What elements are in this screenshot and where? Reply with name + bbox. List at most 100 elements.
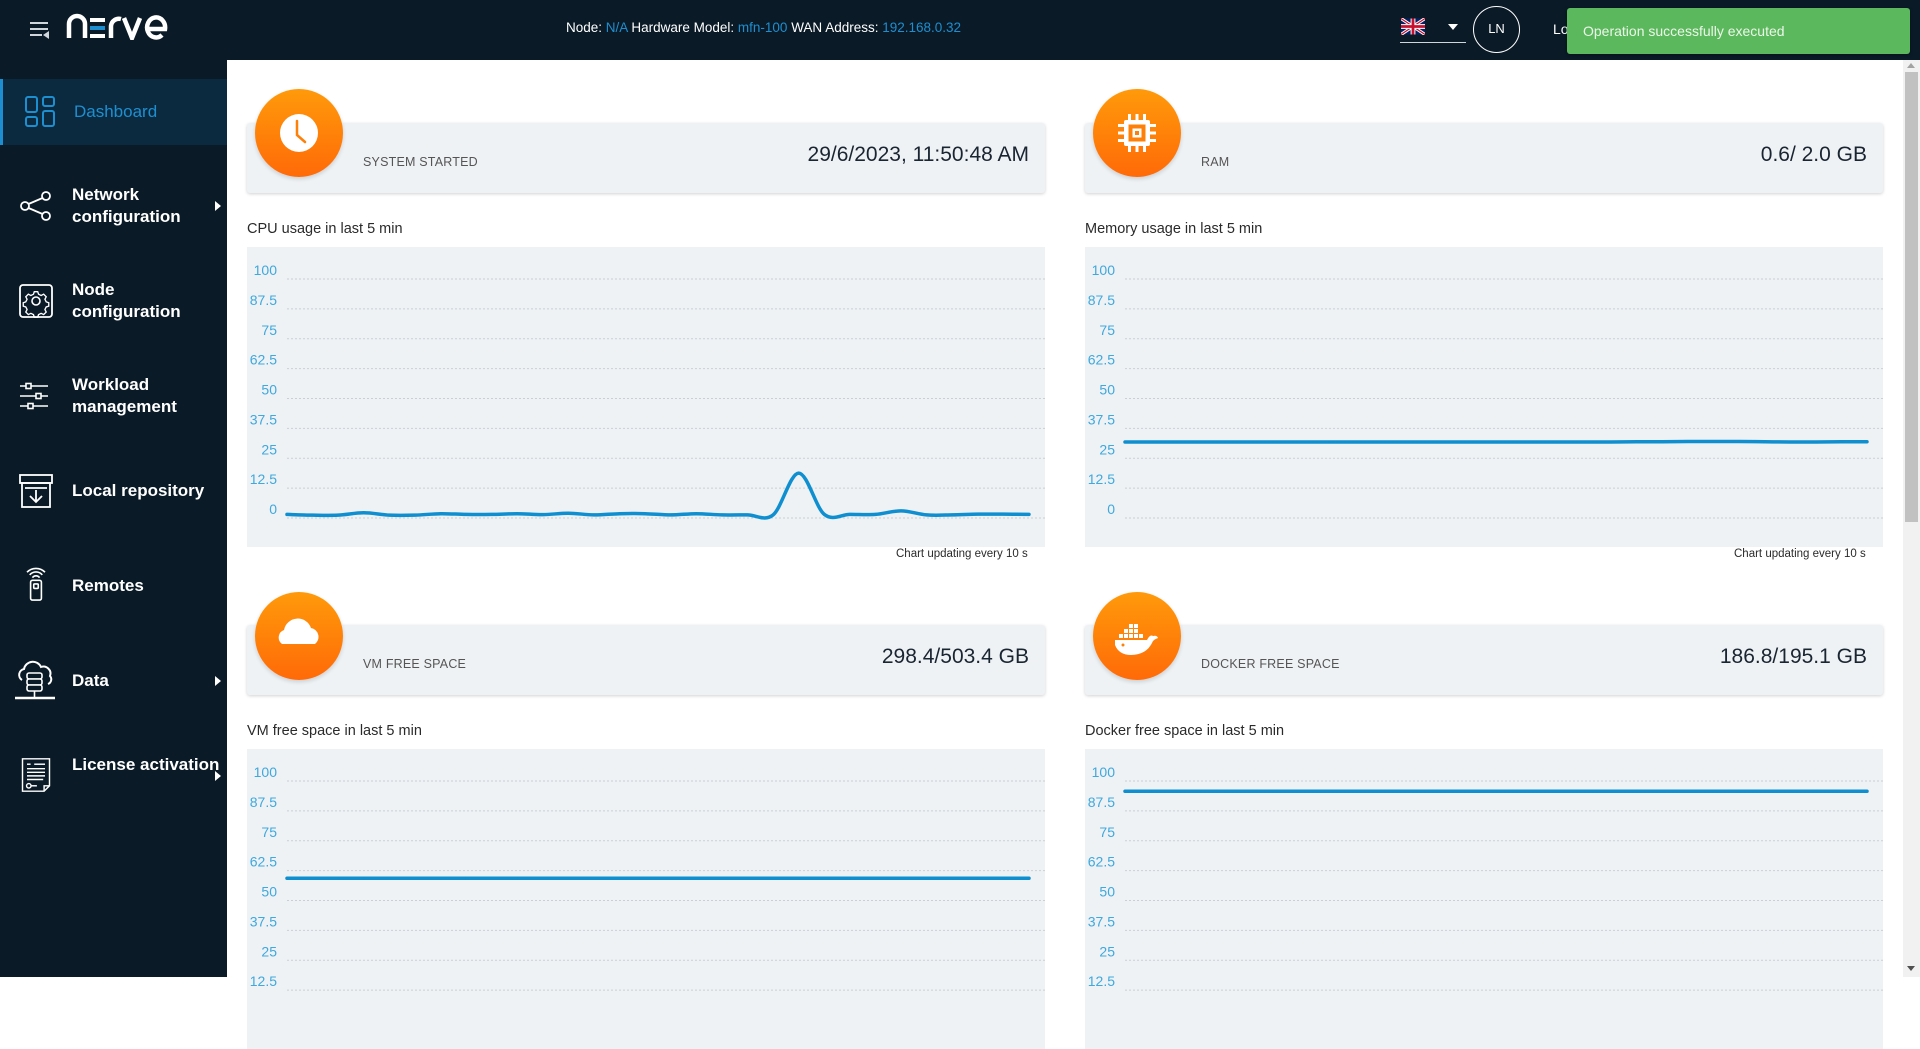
gear-icon xyxy=(19,284,53,318)
sidebar-item-workload-management[interactable]: Workload management xyxy=(0,363,227,429)
y-tick-label: 12.5 xyxy=(1088,973,1115,989)
sidebar-item-label: License activation xyxy=(72,755,220,774)
y-tick-label: 100 xyxy=(254,262,278,278)
data-point xyxy=(1738,440,1741,443)
sliders-icon xyxy=(20,382,48,410)
sidebar-item-dashboard[interactable]: Dashboard xyxy=(0,79,227,145)
data-point xyxy=(362,511,365,514)
data-point xyxy=(669,513,672,516)
card-label: SYSTEM STARTED xyxy=(363,155,478,169)
success-toast[interactable]: Operation successfully executed xyxy=(1567,8,1910,54)
docker-whale-icon xyxy=(1115,624,1158,655)
card-icon-badge xyxy=(255,89,343,177)
data-point xyxy=(1840,790,1843,793)
data-point xyxy=(823,513,826,516)
y-tick-label: 12.5 xyxy=(250,973,277,989)
docker-free-space-chart-svg: 100 87.5 75 62.5 50 37.5 25 12.5 xyxy=(1088,764,1883,991)
data-point xyxy=(1405,790,1408,793)
y-tick-label: 50 xyxy=(261,382,277,398)
hardware-model-value: mfn-100 xyxy=(737,20,788,35)
menu-toggle-button[interactable] xyxy=(30,20,52,40)
y-tick-label: 100 xyxy=(1092,764,1116,780)
data-point xyxy=(1558,440,1561,443)
data-point xyxy=(1610,790,1613,793)
data-point xyxy=(746,877,749,880)
license-document-icon xyxy=(21,758,51,792)
menu-line xyxy=(30,22,48,24)
page-scrollbar[interactable] xyxy=(1903,60,1920,977)
sidebar-item-license-activation[interactable]: License activation xyxy=(0,743,227,809)
data-point xyxy=(593,877,596,880)
data-point xyxy=(362,877,365,880)
data-point xyxy=(1610,440,1613,443)
menu-line xyxy=(30,34,42,36)
dashboard-main: SYSTEM STARTED 29/6/2023, 11:50:48 AM RA… xyxy=(227,60,1900,1049)
sidebar-item-local-repository[interactable]: Local repository xyxy=(0,458,227,524)
data-point xyxy=(1533,790,1536,793)
data-point xyxy=(976,877,979,880)
memory-chart-update-note: Chart updating every 10 s xyxy=(1734,548,1866,560)
data-point xyxy=(413,514,416,517)
data-point xyxy=(746,513,749,516)
data-point xyxy=(1738,790,1741,793)
node-label: Node: xyxy=(566,20,603,35)
docker-free-space-chart: 100 87.5 75 62.5 50 37.5 25 12.5 xyxy=(1085,749,1883,1049)
data-point xyxy=(874,877,877,880)
data-point xyxy=(669,877,672,880)
user-avatar[interactable]: LN xyxy=(1473,6,1520,53)
nerve-logo[interactable] xyxy=(66,10,170,49)
data-point xyxy=(388,514,391,517)
y-tick-label: 75 xyxy=(261,322,277,338)
data-point xyxy=(1200,440,1203,443)
data-point xyxy=(1251,440,1254,443)
sidebar-item-label: Workload management xyxy=(72,375,177,416)
data-point xyxy=(567,877,570,880)
ram-card: RAM 0.6/ 2.0 GB xyxy=(1085,123,1883,193)
y-tick-label: 75 xyxy=(1099,322,1115,338)
cpu-usage-chart: 100 87.5 75 62.5 50 37.5 25 12.5 0 xyxy=(247,247,1045,547)
data-point xyxy=(823,877,826,880)
y-tick-label: 62.5 xyxy=(1088,352,1115,368)
sidebar-item-label: Node configuration xyxy=(72,280,181,321)
data-point xyxy=(1226,440,1229,443)
scroll-up-arrow-icon[interactable] xyxy=(1907,63,1915,68)
y-tick-label: 37.5 xyxy=(1088,411,1115,427)
sidebar-item-node-configuration[interactable]: Node configuration xyxy=(0,268,227,334)
language-select[interactable] xyxy=(1400,14,1466,43)
y-tick-label: 0 xyxy=(1107,501,1115,517)
sidebar-item-remotes[interactable]: Remotes xyxy=(0,553,227,619)
y-tick-label: 25 xyxy=(261,441,277,457)
data-point xyxy=(1175,440,1178,443)
cloud-icon xyxy=(278,618,319,644)
sidebar-item-network-configuration[interactable]: Network configuration xyxy=(0,173,227,239)
data-point xyxy=(1763,440,1766,443)
y-tick-label: 87.5 xyxy=(1088,292,1115,308)
vm-free-space-chart-svg: 100 87.5 75 62.5 50 37.5 25 12.5 xyxy=(250,764,1045,991)
data-point xyxy=(1200,790,1203,793)
y-tick-label: 62.5 xyxy=(250,352,277,368)
sidebar-item-label: Local repository xyxy=(72,481,205,500)
y-tick-label: 50 xyxy=(1099,382,1115,398)
y-tick-label: 62.5 xyxy=(1088,854,1115,870)
sidebar-item-label: Data xyxy=(72,671,109,690)
data-point xyxy=(388,877,391,880)
sidebar-item-data[interactable]: Data xyxy=(0,648,227,714)
data-point xyxy=(567,512,570,515)
docker-free-space-card: DOCKER FREE SPACE 186.8/195.1 GB xyxy=(1085,625,1883,695)
data-point xyxy=(1584,790,1587,793)
data-point xyxy=(1124,790,1126,793)
data-point xyxy=(1763,790,1766,793)
data-point xyxy=(1814,790,1817,793)
scrollbar-thumb[interactable] xyxy=(1905,72,1918,522)
sidebar-item-label: Network configuration xyxy=(72,185,181,226)
hardware-model-label: Hardware Model: xyxy=(631,20,735,35)
data-point xyxy=(797,472,800,475)
wan-address-label: WAN Address: xyxy=(791,20,879,35)
data-point xyxy=(311,877,314,880)
data-point xyxy=(1251,790,1254,793)
scroll-down-arrow-icon[interactable] xyxy=(1907,966,1915,971)
sidebar-item-label: Remotes xyxy=(72,576,144,595)
vm-free-space-chart: 100 87.5 75 62.5 50 37.5 25 12.5 xyxy=(247,749,1045,1049)
card-icon-badge xyxy=(255,592,343,680)
data-point xyxy=(848,513,851,516)
